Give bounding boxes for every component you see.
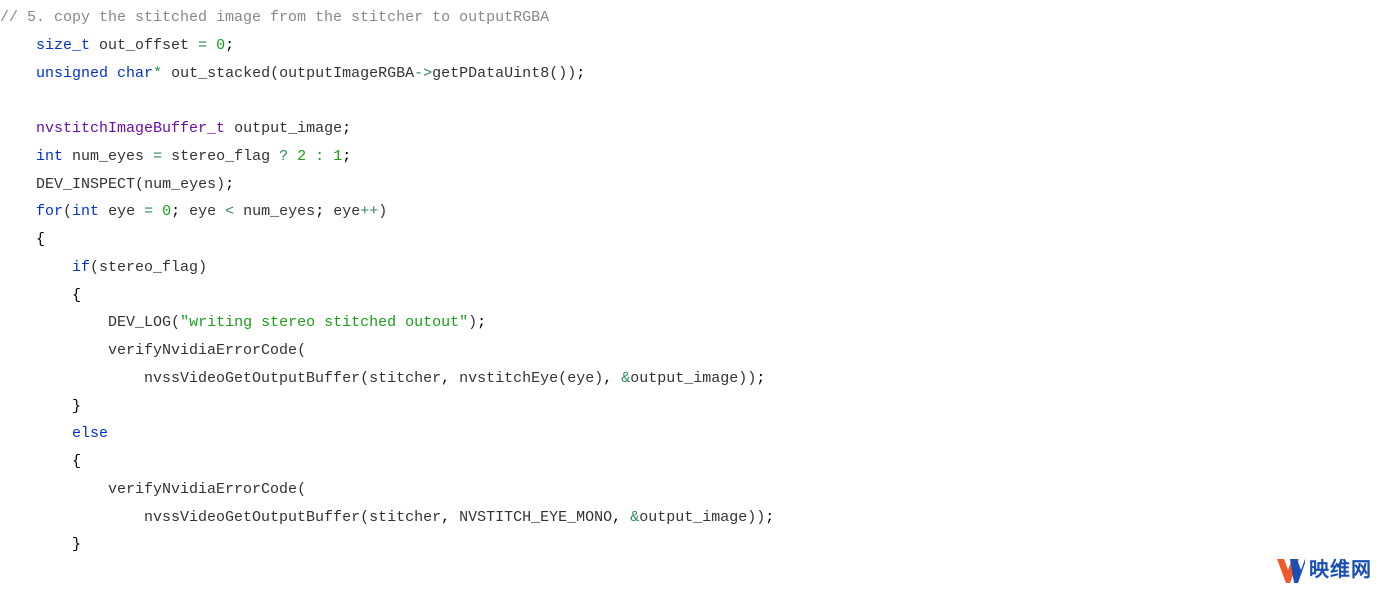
type-nvstitch: nvstitchImageBuffer_t	[36, 120, 225, 137]
kw-char: char	[117, 65, 153, 82]
kw-size_t: size_t	[36, 37, 90, 54]
fn-verify-error: verifyNvidiaErrorCode	[108, 342, 297, 359]
code-block: // 5. copy the stitched image from the s…	[0, 0, 1382, 559]
brace-close: }	[72, 536, 81, 553]
logo-icon	[1277, 559, 1305, 583]
fn-verify-error: verifyNvidiaErrorCode	[108, 481, 297, 498]
kw-if: if	[72, 259, 90, 276]
string-literal: "writing stereo stitched outout"	[180, 314, 468, 331]
fn-get-output-buffer: nvssVideoGetOutputBuffer	[144, 509, 360, 526]
kw-for: for	[36, 203, 63, 220]
literal-zero: 0	[216, 37, 225, 54]
kw-unsigned: unsigned	[36, 65, 108, 82]
watermark-logo: 映维网	[1277, 552, 1372, 589]
fn-dev-inspect: DEV_INSPECT	[36, 176, 135, 193]
brace-open: {	[72, 453, 81, 470]
fn-dev-log: DEV_LOG	[108, 314, 171, 331]
brace-close: }	[72, 398, 81, 415]
fn-get-output-buffer: nvssVideoGetOutputBuffer	[144, 370, 360, 387]
kw-int: int	[36, 148, 63, 165]
comment-line: // 5. copy the stitched image from the s…	[0, 9, 549, 26]
brace-open: {	[36, 231, 45, 248]
watermark-text: 映维网	[1309, 552, 1372, 589]
brace-open: {	[72, 287, 81, 304]
kw-else: else	[72, 425, 108, 442]
